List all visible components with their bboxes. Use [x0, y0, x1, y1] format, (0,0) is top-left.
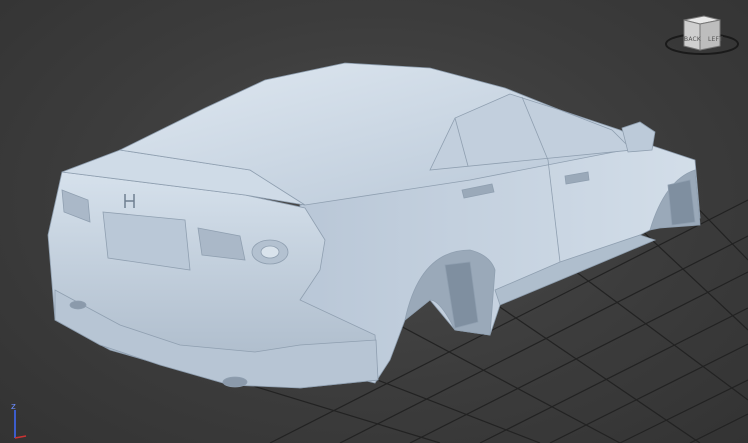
- car-model: [47, 62, 701, 389]
- scene-canvas[interactable]: [0, 0, 748, 443]
- viewcube[interactable]: BACK LEFT: [664, 12, 740, 62]
- axis-tripod-icon: [14, 410, 27, 439]
- 3d-viewport[interactable]: BACK LEFT z: [0, 0, 748, 443]
- side-mirror: [621, 121, 656, 153]
- axis-z-label: z: [11, 402, 16, 412]
- viewcube-left-label[interactable]: LEFT: [708, 36, 723, 43]
- viewcube-back-label[interactable]: BACK: [684, 36, 701, 43]
- viewcube-icon[interactable]: [664, 12, 740, 62]
